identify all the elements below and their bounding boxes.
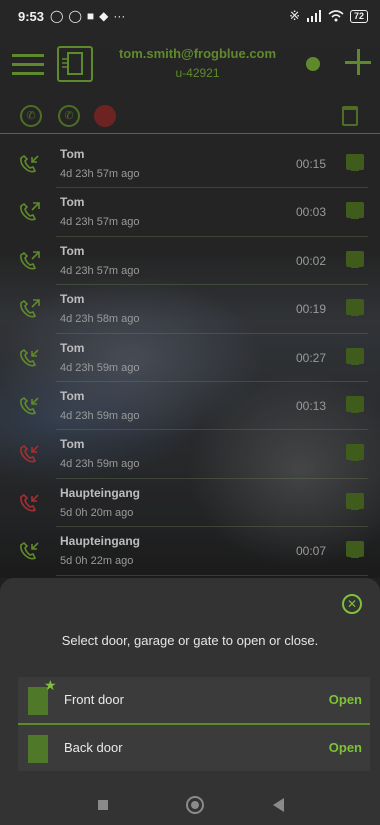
door-selection-sheet: ✕ Select door, garage or gate to open or… [0,578,380,783]
call-log-row[interactable]: Tom 4d 23h 57m ago 00:15 [20,140,368,189]
call-time-ago: 4d 23h 58m ago [60,313,140,326]
call-duration: 00:15 [295,157,326,171]
caller-name: Tom [60,388,85,403]
account-email: tom.smith@frogblue.com [118,46,277,61]
camera-snapshot-icon[interactable] [346,347,364,365]
door-device-icon[interactable] [57,46,93,82]
call-duration: 00:13 [295,398,326,413]
bluetooth-icon: ※ [289,8,300,23]
call-time-ago: 5d 0h 22m ago [60,555,134,568]
call-incoming-icon [20,396,39,415]
call-duration: 00:27 [295,350,326,365]
status-bar: 9:53 ◯ ◯ ■ ◆ ··· ※ 72 [0,0,380,32]
call-duration: 00:19 [295,302,326,317]
call-time-ago: 5d 0h 20m ago [60,506,134,519]
call-duration: 00:02 [295,253,326,268]
recents-icon[interactable] [98,800,108,810]
caller-name: Haupteingang [60,485,140,500]
open-button[interactable]: Open [329,692,362,707]
camera-snapshot-icon[interactable] [346,202,364,220]
caller-name: Tom [60,340,85,355]
call-missed-icon [20,445,39,463]
favorite-star-icon: ★ [44,677,57,693]
camera-snapshot-icon[interactable] [346,492,364,510]
door-label: Front door [64,692,124,707]
caller-name: Tom [60,147,85,161]
trash-icon[interactable] [342,106,358,126]
door-icon [28,735,48,763]
whatsapp-icon: ◯ [68,9,82,23]
filter-outgoing-icon[interactable]: ✆ [58,105,80,127]
call-filter-bar: ✆ ✆ [0,100,380,134]
messages-icon: ■ [86,9,95,23]
filter-incoming-icon[interactable]: ✆ [20,105,42,127]
caller-name: Haupteingang [60,534,140,549]
camera-snapshot-icon[interactable] [346,541,364,559]
call-log-row[interactable]: Haupteingang 5d 0h 20m ago [20,479,368,528]
call-time-ago: 4d 23h 57m ago [60,216,140,229]
door-item-front[interactable]: ★ Front door Open [18,677,370,723]
signal-icon [306,10,321,22]
call-duration: 00:03 [295,205,326,220]
menu-icon[interactable] [12,54,44,76]
sheet-prompt: Select door, garage or gate to open or c… [61,633,319,648]
alarm-icon: ◯ [50,9,64,23]
camera-snapshot-icon[interactable] [346,395,364,413]
home-icon[interactable] [186,796,204,814]
call-outgoing-icon [20,202,40,221]
call-log-row[interactable]: Tom 4d 23h 57m ago 00:03 [20,188,368,237]
call-incoming-icon [20,154,39,173]
call-log-row[interactable]: Tom 4d 23h 58m ago 00:19 [20,285,368,334]
add-icon[interactable] [345,49,371,75]
camera-snapshot-icon[interactable] [346,154,364,171]
camera-snapshot-icon[interactable] [346,250,364,268]
door-label: Back door [64,740,123,755]
call-outgoing-icon [20,299,40,318]
caller-name: Tom [60,243,85,258]
caller-name: Tom [60,437,85,452]
call-outgoing-icon [20,250,40,270]
call-time-ago: 4d 23h 59m ago [60,361,140,374]
filter-missed-icon[interactable] [94,105,116,127]
online-status-indicator [306,57,320,71]
shield-icon: ◆ [99,9,109,23]
open-button[interactable]: Open [329,740,362,755]
close-icon[interactable]: ✕ [342,594,362,614]
camera-snapshot-icon[interactable] [346,444,364,462]
call-log-row[interactable]: Haupteingang 5d 0h 22m ago 00:07 [20,527,368,576]
call-time-ago: 4d 23h 57m ago [60,264,140,277]
app-header: tom.smith@frogblue.com u-42921 [0,36,380,94]
system-nav-bar [0,783,380,825]
call-log-row[interactable]: Tom 4d 23h 59m ago 00:27 [20,334,368,382]
wifi-icon [328,10,344,22]
call-incoming-icon [20,348,39,367]
caller-name: Tom [60,195,85,210]
call-log-row[interactable]: Tom 4d 23h 59m ago [20,430,368,479]
call-missed-icon [20,493,39,512]
caller-name: Tom [60,292,85,307]
call-log-row[interactable]: Tom 4d 23h 59m ago 00:13 [20,382,368,431]
account-id: u-42921 [175,66,220,80]
back-icon[interactable] [273,798,284,812]
battery-icon: 72 [349,9,368,23]
call-time-ago: 4d 23h 59m ago [60,458,140,471]
call-log-row[interactable]: Tom 4d 23h 57m ago 00:02 [20,237,368,286]
status-time: 9:53 [18,8,45,24]
call-duration: 00:07 [295,544,326,559]
camera-snapshot-icon[interactable] [346,299,364,317]
door-item-back[interactable]: Back door Open [18,725,370,771]
call-log-list: Tom 4d 23h 57m ago 00:15 Tom 4d 23h 57m ago 0… [0,140,380,576]
call-incoming-icon [20,542,39,560]
call-time-ago: 4d 23h 59m ago [60,409,140,422]
more-icon: ··· [113,9,126,23]
call-time-ago: 4d 23h 57m ago [60,168,140,180]
